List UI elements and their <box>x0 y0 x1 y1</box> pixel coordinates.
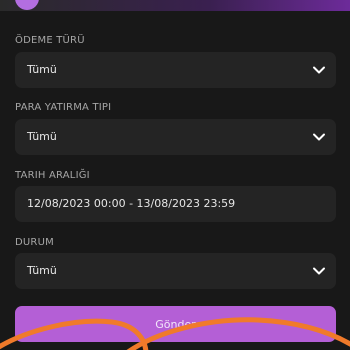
chevron-down-icon <box>313 66 325 74</box>
deposit-type-select[interactable]: Tümü <box>15 119 336 155</box>
chevron-down-icon <box>313 267 325 275</box>
payment-type-value: Tümü <box>27 63 57 76</box>
status-select[interactable]: Tümü <box>15 253 336 289</box>
top-banner <box>0 0 350 11</box>
status-label: DURUM <box>15 237 54 248</box>
date-range-label: TARIH ARALIĞI <box>15 170 90 181</box>
chevron-down-icon <box>313 133 325 141</box>
status-value: Tümü <box>27 264 57 277</box>
avatar <box>15 0 39 10</box>
date-range-value: 12/08/2023 00:00 - 13/08/2023 23:59 <box>27 197 236 210</box>
payment-type-label: ÖDEME TÜRÜ <box>15 35 85 46</box>
submit-button[interactable]: Gönder <box>15 306 336 342</box>
deposit-type-label: PARA YATIRMA TIPI <box>15 102 112 113</box>
deposit-type-value: Tümü <box>27 130 57 143</box>
payment-type-select[interactable]: Tümü <box>15 52 336 88</box>
date-range-input[interactable]: 12/08/2023 00:00 - 13/08/2023 23:59 <box>15 186 336 222</box>
